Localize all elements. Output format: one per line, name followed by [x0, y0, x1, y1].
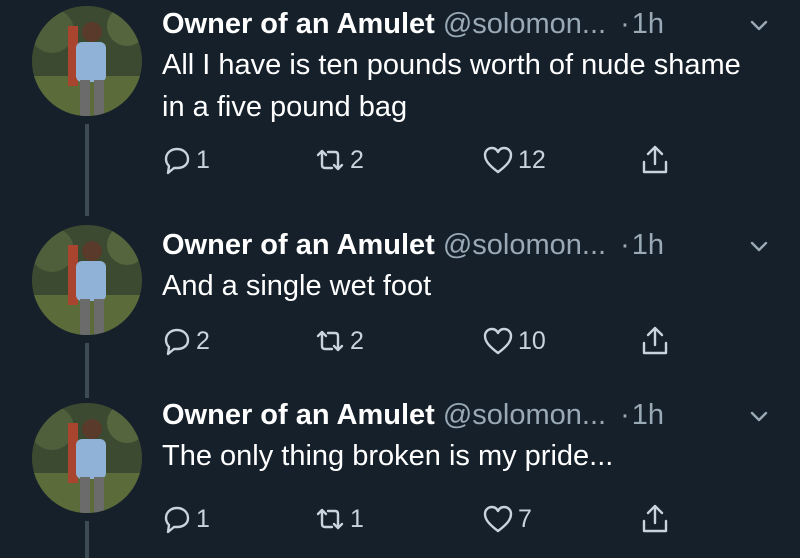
heart-icon: [483, 327, 513, 355]
avatar[interactable]: [32, 6, 142, 116]
thread-line: [85, 124, 89, 216]
tweet-text: And a single wet foot: [162, 270, 432, 302]
tweet-text: All I have is ten pounds worth of nude s…: [162, 49, 741, 123]
tweet-actions: 1 2 12: [162, 140, 782, 180]
retweet-count: 2: [350, 145, 364, 174]
tweet[interactable]: Owner of an Amulet @solomon... · 1h All …: [0, 4, 800, 216]
tweet[interactable]: Owner of an Amulet @solomon... · 1h The …: [0, 395, 800, 558]
retweet-count: 2: [350, 326, 364, 355]
reply-count: 1: [196, 504, 210, 533]
like-button[interactable]: 10: [482, 321, 546, 361]
avatar[interactable]: [32, 225, 142, 335]
like-count: 10: [518, 326, 546, 355]
tweet-header: Owner of an Amulet @solomon... · 1h: [162, 225, 664, 265]
reply-count: 1: [196, 145, 210, 174]
heart-icon: [483, 505, 513, 533]
retweet-button[interactable]: 2: [314, 321, 364, 361]
tweet[interactable]: Owner of an Amulet @solomon... · 1h And …: [0, 225, 800, 398]
retweet-button[interactable]: 1: [314, 499, 364, 539]
timestamp[interactable]: 1h: [632, 8, 664, 41]
heart-icon: [483, 146, 513, 174]
reply-button[interactable]: 2: [162, 321, 210, 361]
timestamp[interactable]: 1h: [632, 399, 664, 432]
tweet-actions: 2 2 10: [162, 321, 782, 361]
reply-count: 2: [196, 326, 210, 355]
retweet-icon: [316, 508, 344, 530]
avatar[interactable]: [32, 403, 142, 513]
reply-icon: [164, 328, 190, 356]
user-handle[interactable]: @solomon...: [443, 399, 606, 432]
chevron-down-icon[interactable]: [748, 405, 770, 427]
retweet-icon: [316, 330, 344, 352]
timestamp[interactable]: 1h: [632, 229, 664, 262]
user-handle[interactable]: @solomon...: [443, 229, 606, 262]
reply-icon: [164, 147, 190, 175]
user-handle[interactable]: @solomon...: [443, 8, 606, 41]
share-button[interactable]: [640, 321, 670, 361]
like-button[interactable]: 12: [482, 140, 546, 180]
share-icon: [642, 326, 668, 355]
tweet-actions: 1 1 7: [162, 499, 782, 539]
like-button[interactable]: 7: [482, 499, 532, 539]
reply-button[interactable]: 1: [162, 499, 210, 539]
reply-icon: [164, 506, 190, 534]
thread-line: [85, 343, 89, 398]
retweet-button[interactable]: 2: [314, 140, 364, 180]
share-icon: [642, 145, 668, 174]
separator-dot: ·: [620, 7, 630, 40]
tweet-header: Owner of an Amulet @solomon... · 1h: [162, 4, 664, 44]
display-name[interactable]: Owner of an Amulet: [162, 229, 435, 262]
like-count: 12: [518, 145, 546, 174]
display-name[interactable]: Owner of an Amulet: [162, 399, 435, 432]
retweet-icon: [316, 149, 344, 171]
tweet-header: Owner of an Amulet @solomon... · 1h: [162, 395, 664, 435]
display-name[interactable]: Owner of an Amulet: [162, 8, 435, 41]
chevron-down-icon[interactable]: [748, 235, 770, 257]
thread-line: [85, 521, 89, 558]
share-button[interactable]: [640, 499, 670, 539]
share-button[interactable]: [640, 140, 670, 180]
reply-button[interactable]: 1: [162, 140, 210, 180]
retweet-count: 1: [350, 504, 364, 533]
separator-dot: ·: [620, 398, 630, 431]
share-icon: [642, 504, 668, 533]
tweet-text: The only thing broken is my pride...: [162, 440, 614, 472]
separator-dot: ·: [620, 228, 630, 261]
chevron-down-icon[interactable]: [748, 14, 770, 36]
like-count: 7: [518, 504, 532, 533]
